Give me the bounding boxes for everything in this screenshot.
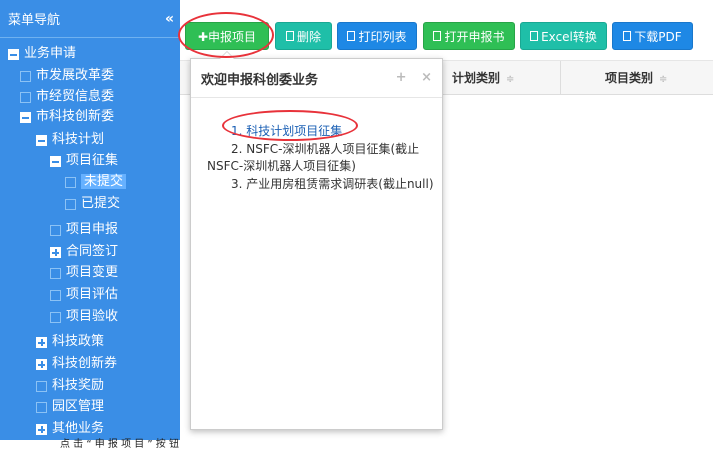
sidebar-item-label: 业务申请 — [24, 46, 77, 61]
download-pdf-button[interactable]: 下载PDF — [612, 22, 693, 50]
sidebar-item-13[interactable]: 科技政策 — [36, 332, 104, 352]
sidebar-item-label: 项目评估 — [66, 287, 119, 302]
sidebar-item-7[interactable]: 已提交 — [65, 194, 120, 214]
expand-icon[interactable] — [36, 358, 47, 370]
sidebar-item-2[interactable]: 市经贸信息委 — [20, 87, 114, 107]
popover-item-nsfc-cont[interactable]: NSFC-深圳机器人项目征集) — [207, 158, 356, 174]
sidebar-item-label: 市科技创新委 — [36, 109, 115, 124]
excel-convert-button[interactable]: Excel转换 — [520, 22, 607, 50]
sidebar-item-label: 项目验收 — [66, 309, 119, 324]
expand-icon[interactable] — [50, 246, 61, 258]
close-icon[interactable]: × — [421, 70, 432, 85]
sidebar: 菜单导航 « 业务申请市发展改革委 市经贸信息委 市科技创新委 科技计划项目征集未提交… — [0, 0, 180, 440]
leaf-node-icon — [50, 224, 61, 236]
sort-icon: ≑ — [506, 74, 515, 85]
sidebar-item-11[interactable]: 项目评估 — [50, 285, 118, 305]
sidebar-item-label: 项目申报 — [66, 222, 119, 237]
highlight-tech-plan-item — [222, 110, 358, 141]
leaf-node-icon — [65, 176, 76, 188]
sidebar-item-9[interactable]: 合同签订 — [50, 242, 118, 262]
sidebar-item-label: 项目征集 — [66, 153, 119, 168]
sidebar-item-6[interactable]: 未提交 — [65, 172, 127, 192]
leaf-node-icon — [50, 267, 61, 279]
sidebar-item-label: 园区管理 — [52, 399, 105, 414]
sidebar-header: 菜单导航 « — [0, 0, 180, 38]
collapse-icon[interactable]: « — [165, 11, 174, 27]
leaf-node-icon — [36, 380, 47, 392]
expand-icon[interactable] — [36, 336, 47, 348]
column-project-type[interactable]: 项目类别 ≑ — [605, 69, 667, 86]
leaf-node-icon — [65, 198, 76, 210]
sidebar-item-10[interactable]: 项目变更 — [50, 263, 118, 283]
sort-icon: ≑ — [659, 74, 668, 85]
leaf-node-icon — [36, 401, 47, 413]
plus-icon[interactable]: + — [396, 70, 407, 85]
sidebar-item-1[interactable]: 市发展改革委 — [20, 66, 114, 86]
collapse-node-icon[interactable] — [20, 111, 31, 123]
sidebar-item-label: 已提交 — [81, 196, 121, 211]
column-plan-type[interactable]: 计划类别 ≑ — [452, 69, 514, 86]
sidebar-item-16[interactable]: 园区管理 — [36, 397, 104, 417]
collapse-node-icon[interactable] — [36, 134, 47, 146]
document-icon — [530, 31, 539, 41]
sidebar-item-label: 市发展改革委 — [36, 68, 115, 83]
print-list-button[interactable]: 打印列表 — [337, 22, 417, 50]
sidebar-item-label: 市经贸信息委 — [36, 89, 115, 104]
sidebar-item-3[interactable]: 市科技创新委 — [20, 107, 114, 127]
column-divider — [560, 61, 561, 94]
delete-button[interactable]: 删除 — [275, 22, 332, 50]
sidebar-item-label: 科技创新券 — [52, 356, 118, 371]
sidebar-item-label: 未提交 — [81, 174, 127, 189]
popover-item-nsfc[interactable]: 2. NSFC-深圳机器人项目征集(截止 — [231, 141, 419, 157]
sidebar-item-label: 合同签订 — [66, 244, 119, 259]
sidebar-item-label: 项目变更 — [66, 265, 119, 280]
sidebar-item-label: 科技政策 — [52, 334, 105, 349]
popover-header: 欢迎申报科创委业务 + × — [191, 59, 442, 98]
sidebar-title: 菜单导航 — [8, 13, 61, 28]
sidebar-item-5[interactable]: 项目征集 — [50, 151, 118, 171]
popover-item-rent-survey[interactable]: 3. 产业用房租赁需求调研表(截止null) — [231, 176, 434, 192]
document-icon — [347, 31, 356, 41]
sidebar-item-0[interactable]: 业务申请 — [8, 44, 76, 64]
sidebar-item-8[interactable]: 项目申报 — [50, 220, 118, 240]
collapse-node-icon[interactable] — [50, 155, 61, 167]
leaf-node-icon — [20, 91, 31, 103]
sidebar-item-14[interactable]: 科技创新券 — [36, 354, 117, 374]
popover-title: 欢迎申报科创委业务 — [201, 72, 319, 88]
document-icon — [433, 31, 442, 41]
sidebar-item-label: 科技计划 — [52, 132, 105, 147]
sidebar-item-4[interactable]: 科技计划 — [36, 130, 104, 150]
open-application-button[interactable]: 打开申报书 — [423, 22, 515, 50]
sidebar-item-label: 其他业务 — [52, 421, 105, 436]
collapse-node-icon[interactable] — [8, 48, 19, 60]
document-icon — [285, 31, 294, 41]
document-icon — [623, 31, 632, 41]
expand-icon[interactable] — [36, 423, 47, 435]
leaf-node-icon — [20, 70, 31, 82]
sidebar-item-12[interactable]: 项目验收 — [50, 307, 118, 327]
sidebar-item-15[interactable]: 科技奖励 — [36, 376, 104, 396]
sidebar-item-label: 科技奖励 — [52, 378, 105, 393]
leaf-node-icon — [50, 289, 61, 301]
leaf-node-icon — [50, 311, 61, 323]
highlight-apply-button — [178, 12, 274, 58]
